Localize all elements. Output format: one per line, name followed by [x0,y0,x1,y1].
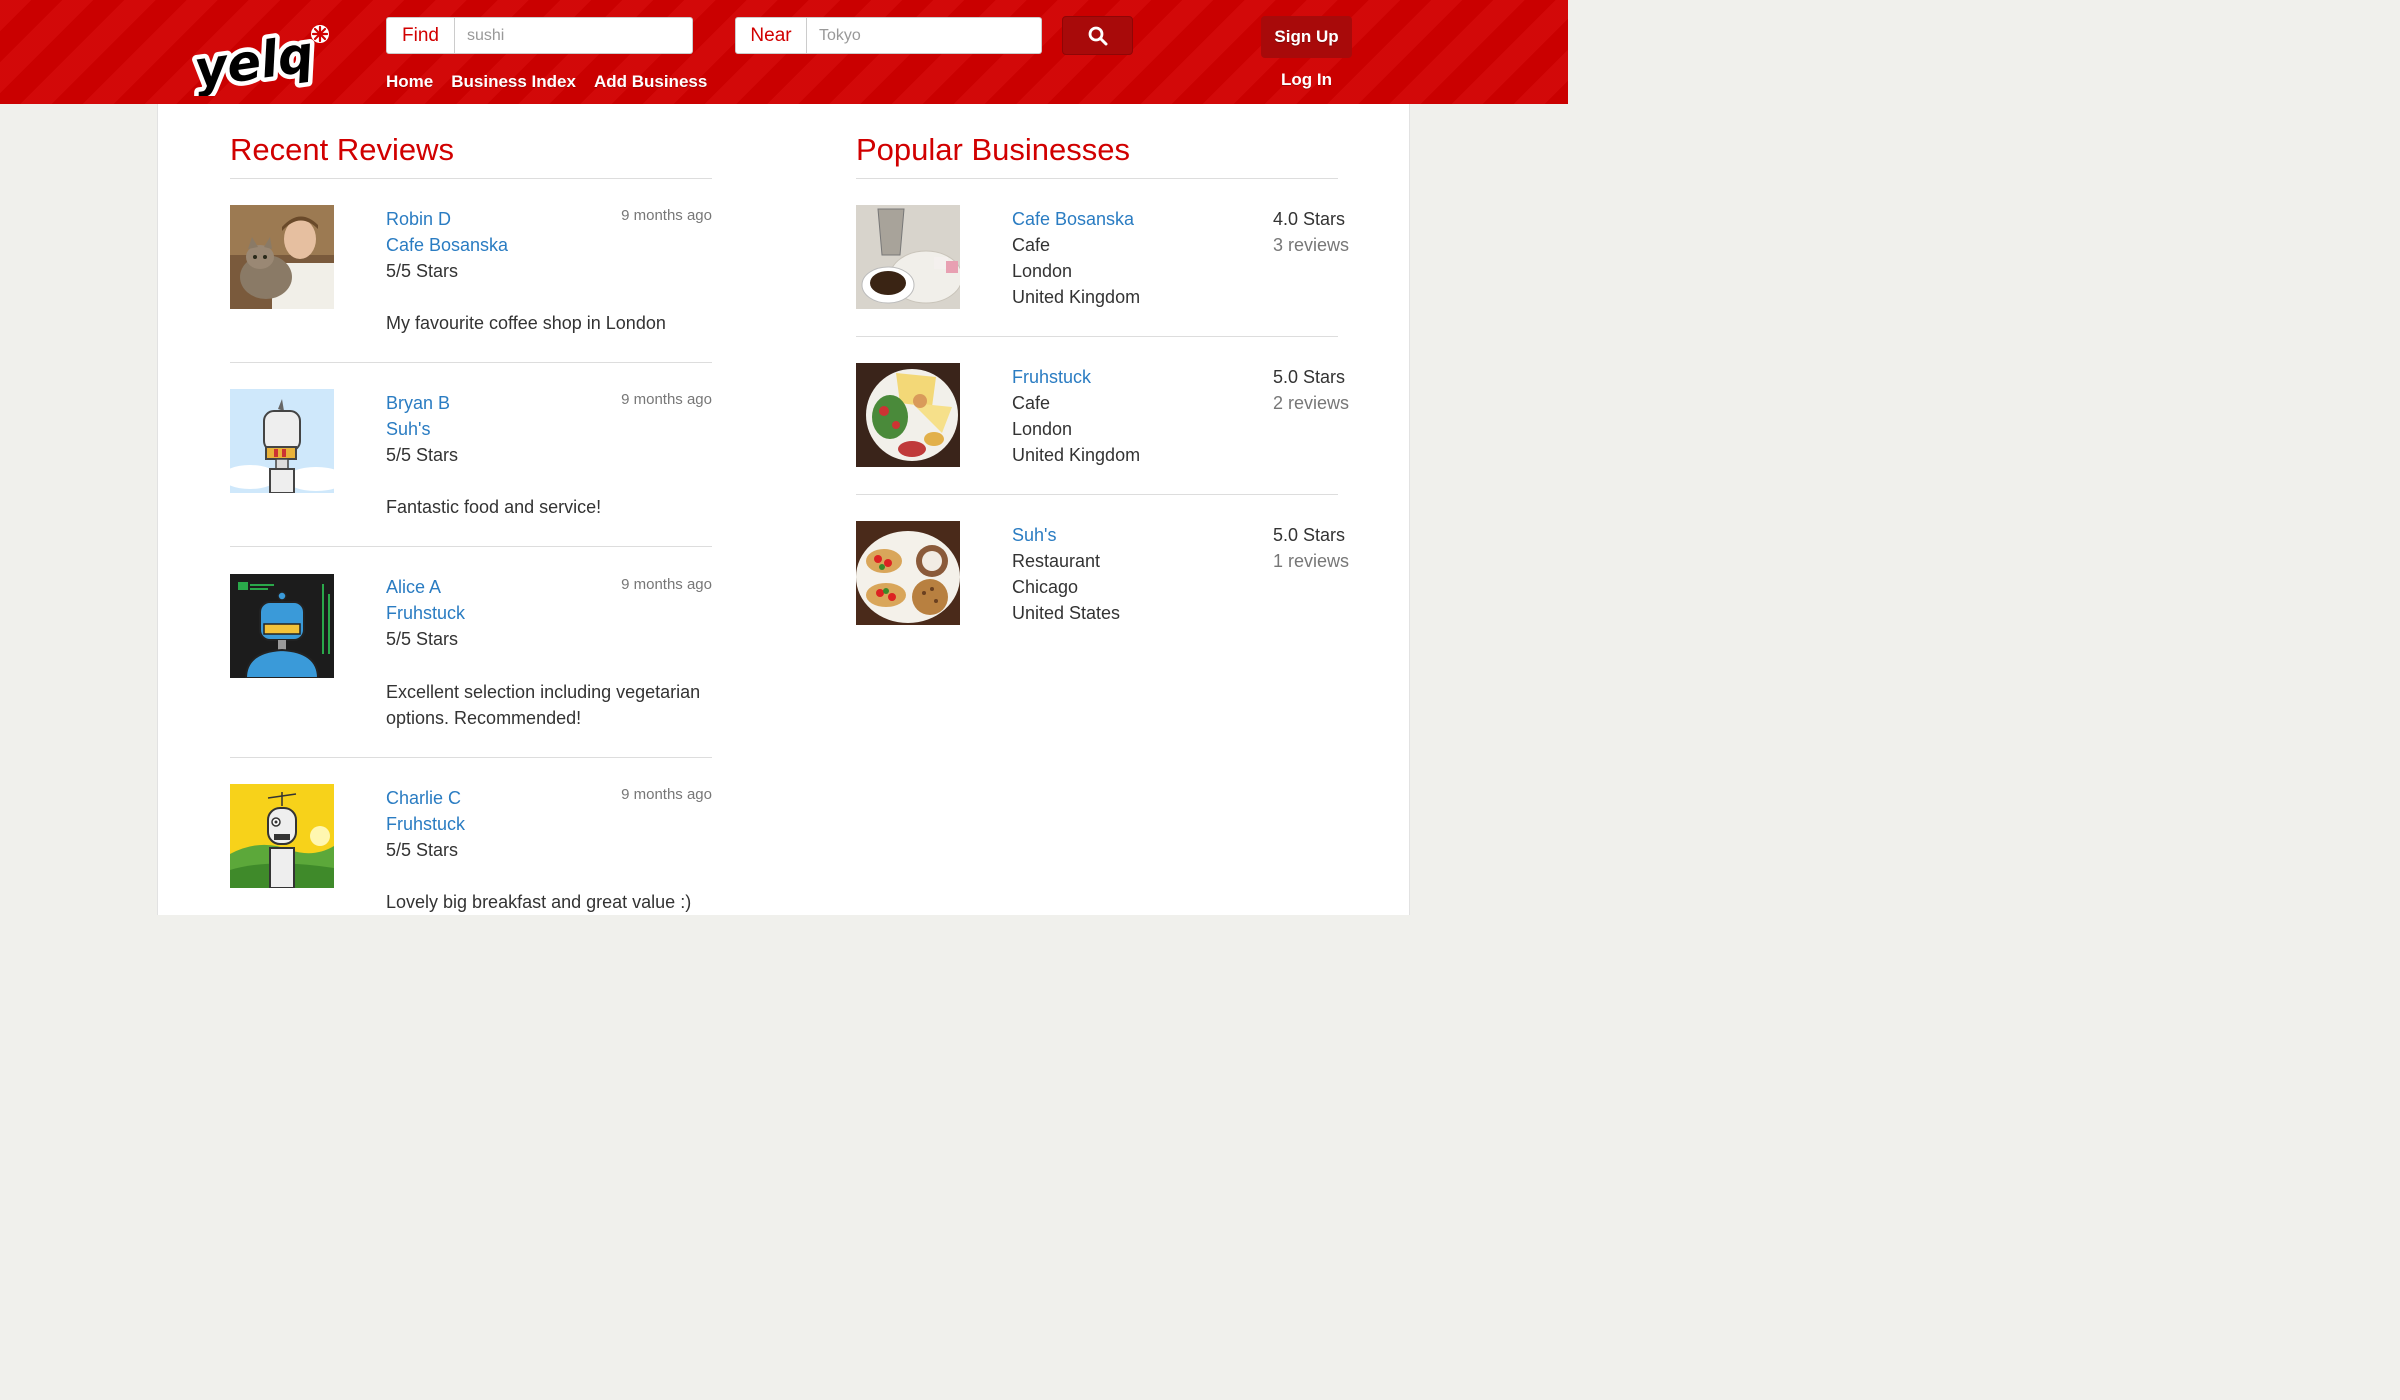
review-text: Lovely big breakfast and great value :) [386,892,692,912]
divider [230,757,712,758]
review-card: Bryan B Suh's 5/5 Stars [386,390,458,468]
reviewer-name-link[interactable]: Alice A [386,577,441,597]
burst-icon [311,25,329,43]
business-card: Cafe Bosanska Cafe London United Kingdom [1012,206,1140,310]
business-card: Fruhstuck Cafe London United Kingdom [1012,364,1140,468]
business-link[interactable]: Cafe Bosanska [386,235,508,255]
review-card: Alice A Fruhstuck 5/5 Stars [386,574,465,652]
reviewer-avatar[interactable] [230,784,334,888]
divider [856,178,1338,179]
reviewer-avatar[interactable] [230,389,334,493]
reviewer-avatar[interactable] [230,574,334,678]
business-category: Cafe [1012,235,1051,255]
find-label: Find [386,17,455,54]
review-card: Charlie C Fruhstuck 5/5 Stars [386,785,465,863]
business-link[interactable]: Fruhstuck [386,814,465,834]
review-time: 9 months ago [621,786,712,803]
divider [230,546,712,547]
divider [230,362,712,363]
sign-up-button[interactable]: Sign Up [1261,16,1352,58]
business-stars: 5.0 Stars [1273,367,1346,387]
recent-reviews-title: Recent Reviews [230,132,454,167]
business-link[interactable]: Suh's [386,419,430,439]
review-text: Fantastic food and service! [386,497,602,517]
nav-add-business[interactable]: Add Business [594,72,707,92]
review-text: Excellent selection including vegetarian… [386,679,700,731]
review-card: Robin D Cafe Bosanska 5/5 Stars [386,206,508,284]
near-label: Near [735,17,807,54]
review-rating: 5/5 Stars [386,840,459,860]
find-input[interactable] [455,17,693,54]
content-panel [157,104,1410,915]
review-time: 9 months ago [621,207,712,224]
business-link[interactable]: Fruhstuck [386,603,465,623]
divider [856,494,1338,495]
business-category: Restaurant [1012,551,1101,571]
business-category: Cafe [1012,393,1051,413]
near-search-group: Near [735,17,1042,54]
reviewer-name-link[interactable]: Robin D [386,209,451,229]
main-nav: Home Business Index Add Business [386,72,707,92]
review-time: 9 months ago [621,391,712,408]
business-name-link[interactable]: Fruhstuck [1012,367,1091,387]
business-name-link[interactable]: Suh's [1012,525,1056,545]
business-country: United Kingdom [1012,287,1141,307]
reviewer-avatar[interactable] [230,205,334,309]
nav-home[interactable]: Home [386,72,433,92]
yelq-logo[interactable]: yelq [186,20,340,103]
svg-text:yelq: yelq [191,25,317,96]
business-city: Chicago [1012,577,1079,597]
business-city: London [1012,261,1073,281]
business-rating: 5.0 Stars 1 reviews [1273,522,1349,574]
review-text: My favourite coffee shop in London [386,313,666,333]
divider [856,336,1338,337]
top-navbar: yelq Find Near Home Business Index Add B… [0,0,1568,104]
log-in-link[interactable]: Log In [1261,70,1352,90]
divider [230,178,712,179]
review-text-line: options. Recommended! [386,708,582,728]
nav-business-index[interactable]: Business Index [451,72,576,92]
business-review-count: 1 reviews [1273,551,1350,571]
near-input[interactable] [807,17,1042,54]
business-rating: 4.0 Stars 3 reviews [1273,206,1349,258]
reviewer-name-link[interactable]: Bryan B [386,393,450,413]
search-button[interactable] [1062,16,1133,55]
business-city: London [1012,419,1073,439]
review-time: 9 months ago [621,576,712,593]
popular-businesses-title: Popular Businesses [856,132,1130,167]
review-rating: 5/5 Stars [386,445,459,465]
business-review-count: 2 reviews [1273,393,1350,413]
business-country: United States [1012,603,1121,623]
business-stars: 5.0 Stars [1273,525,1346,545]
review-rating: 5/5 Stars [386,261,459,281]
find-search-group: Find [386,17,693,54]
business-photo[interactable] [856,363,960,467]
business-name-link[interactable]: Cafe Bosanska [1012,209,1134,229]
business-photo[interactable] [856,205,960,309]
review-rating: 5/5 Stars [386,629,459,649]
business-photo[interactable] [856,521,960,625]
reviewer-name-link[interactable]: Charlie C [386,788,461,808]
business-card: Suh's Restaurant Chicago United States [1012,522,1120,626]
search-icon [1088,26,1107,45]
business-rating: 5.0 Stars 2 reviews [1273,364,1349,416]
business-country: United Kingdom [1012,445,1141,465]
business-stars: 4.0 Stars [1273,209,1346,229]
review-text-line: Excellent selection including vegetarian [386,682,701,702]
business-review-count: 3 reviews [1273,235,1350,255]
